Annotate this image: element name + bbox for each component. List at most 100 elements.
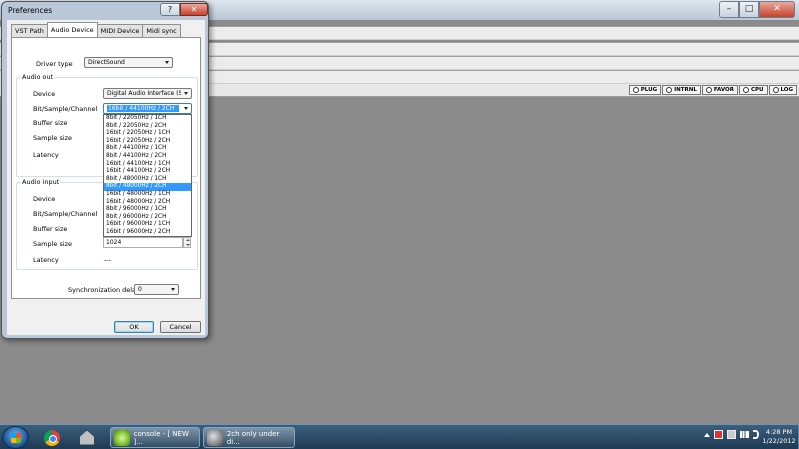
clock-date: 1/22/2012 (762, 437, 796, 445)
bsc-option[interactable]: 16bit / 44100Hz / 1CH (104, 161, 191, 169)
system-clock[interactable]: 4:28 PM 1/22/2012 (761, 428, 797, 446)
tab-vst-path[interactable]: VST Path (11, 24, 48, 37)
bsc-option[interactable]: 16bit / 48000Hz / 1CH (104, 191, 191, 199)
intrnl-button[interactable]: INTRNL (662, 85, 701, 95)
task-console[interactable]: console - [ NEW ]... (110, 427, 200, 448)
in-buffer-label: Buffer size (33, 225, 68, 233)
favor-label: FAVOR (713, 87, 734, 93)
volume-icon[interactable] (753, 430, 759, 439)
chrome-taskbar-button[interactable] (37, 427, 67, 448)
action-center-flag-icon[interactable] (714, 430, 723, 439)
dialog-close-button[interactable]: ✕ (180, 3, 208, 16)
console-app-icon (114, 429, 130, 446)
task-browser-label: 2ch only under di... (226, 429, 280, 446)
cpu-button[interactable]: CPU (738, 85, 768, 95)
network-signal-icon[interactable] (740, 431, 749, 438)
browser-app-icon (207, 429, 223, 446)
pinned-app-button[interactable] (72, 427, 102, 448)
sync-delay-value: 0 (138, 286, 142, 293)
dialog-title: Preferences (8, 6, 53, 15)
driver-type-value: DirectSound (88, 59, 125, 66)
cancel-button[interactable]: Cancel (160, 321, 201, 333)
tab-midi-sync[interactable]: Midi sync (142, 24, 181, 37)
task-browser[interactable]: 2ch only under di... (203, 427, 295, 448)
audio-device-panel: Driver type DirectSound Audio out Device… (11, 37, 201, 299)
windows-logo-icon (11, 433, 21, 443)
sync-delay-select[interactable]: 0 (134, 284, 179, 295)
task-console-label: console - [ NEW ]... (133, 429, 189, 446)
out-sample-label: Sample size (33, 134, 73, 142)
cpu-icon (742, 87, 749, 93)
bsc-option[interactable]: 16bit / 22050Hz / 1CH (104, 130, 191, 138)
favor-icon (705, 87, 712, 93)
sync-delay-label: Synchronization delay (68, 286, 140, 294)
out-buffer-label: Buffer size (33, 119, 68, 127)
intrnl-label: INTRNL (674, 87, 697, 93)
bsc-option[interactable]: 8bit / 48000Hz / 1CH (104, 176, 191, 184)
taskbar: console - [ NEW ]... 2ch only under di..… (0, 424, 799, 449)
spin-up-icon (185, 239, 190, 241)
in-sample-value: 1024 (106, 239, 122, 246)
chevron-down-icon (184, 107, 188, 110)
audio-out-title: Audio out (21, 73, 55, 81)
plug-label: PLUG (640, 87, 658, 93)
out-bsc-value: 16bit / 44100Hz / 2CH (107, 105, 179, 112)
plug-icon (632, 87, 639, 93)
chrome-icon (44, 429, 60, 446)
bsc-option[interactable]: 8bit / 22050Hz / 1CH (104, 115, 191, 123)
bsc-option[interactable]: 16bit / 44100Hz / 2CH (104, 168, 191, 176)
clock-time: 4:28 PM (765, 428, 793, 436)
cpu-label: CPU (750, 87, 764, 93)
tab-midi-device[interactable]: MIDI Device (96, 24, 144, 37)
help-button[interactable]: ? (160, 3, 180, 16)
bsc-option[interactable]: 8bit / 22050Hz / 2CH (104, 123, 191, 131)
bsc-option[interactable]: 16bit / 48000Hz / 2CH (104, 199, 191, 207)
chevron-down-icon (165, 61, 169, 64)
bsc-dropdown-list[interactable]: 8bit / 22050Hz / 1CH 8bit / 22050Hz / 2CH… (103, 114, 192, 237)
out-device-value: Digital Audio Interface (SB (107, 90, 181, 97)
out-device-label: Device (33, 90, 56, 98)
bsc-option[interactable]: 8bit / 44100Hz / 2CH (104, 153, 191, 161)
bsc-option[interactable]: 16bit / 96000Hz / 2CH (104, 229, 191, 237)
minimize-button[interactable]: – (719, 1, 739, 18)
bsc-option[interactable]: 8bit / 44100Hz / 1CH (104, 145, 191, 153)
audio-input-title: Audio input (21, 178, 61, 186)
tab-bar: VST Path Audio Device MIDI Device Midi s… (11, 22, 181, 37)
tab-audio-device[interactable]: Audio Device (46, 22, 98, 37)
in-device-label: Device (33, 195, 56, 203)
bsc-option[interactable]: 8bit / 48000Hz / 2CH (104, 183, 191, 191)
driver-type-label: Driver type (36, 60, 73, 68)
spin-down-icon (185, 244, 190, 246)
in-sample-label: Sample size (33, 240, 73, 248)
out-bsc-select[interactable]: 16bit / 44100Hz / 2CH (103, 103, 192, 114)
host-window-controls: – □ ✕ (719, 1, 795, 18)
close-button[interactable]: ✕ (759, 1, 795, 18)
internal-icon (666, 87, 673, 93)
driver-type-select[interactable]: DirectSound (84, 57, 173, 68)
bsc-option[interactable]: 16bit / 22050Hz / 2CH (104, 138, 191, 146)
system-tray (704, 430, 759, 439)
device-icon[interactable] (727, 430, 736, 439)
log-button[interactable]: LOG (768, 85, 797, 95)
ok-button[interactable]: OK (114, 321, 154, 333)
log-icon (772, 87, 779, 93)
dialog-body: VST Path Audio Device MIDI Device Midi s… (7, 20, 205, 335)
in-latency-value: --- (104, 256, 112, 264)
in-sample-size-input[interactable]: 1024 (103, 237, 183, 248)
plug-button[interactable]: PLUG (628, 85, 662, 95)
bsc-option[interactable]: 8bit / 96000Hz / 1CH (104, 206, 191, 214)
maximize-button[interactable]: □ (739, 1, 759, 18)
in-sample-size-spinner[interactable] (183, 237, 191, 248)
chevron-down-icon (184, 92, 188, 95)
in-latency-label: Latency (33, 256, 59, 264)
favor-button[interactable]: FAVOR (701, 85, 738, 95)
chevron-down-icon (171, 288, 175, 291)
start-button[interactable] (2, 426, 29, 449)
out-latency-label: Latency (33, 151, 59, 159)
out-device-select[interactable]: Digital Audio Interface (SB (103, 88, 192, 99)
house-icon (80, 430, 94, 445)
bsc-option[interactable]: 8bit / 96000Hz / 2CH (104, 214, 191, 222)
preferences-dialog: Preferences ? ✕ VST Path Audio Device MI… (1, 1, 209, 339)
bsc-option[interactable]: 16bit / 96000Hz / 1CH (104, 221, 191, 229)
show-hidden-icons-icon[interactable] (704, 432, 710, 437)
